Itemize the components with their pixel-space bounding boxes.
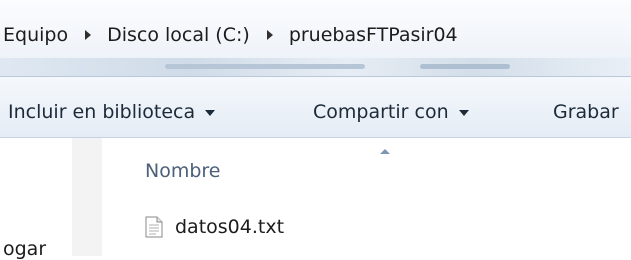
window-glass-strip (0, 58, 631, 77)
breadcrumb-equipo[interactable]: Equipo (0, 22, 71, 48)
nav-scrollbar[interactable] (72, 138, 163, 256)
address-bar[interactable]: Equipo Disco local (C:) pruebasFTPasir04 (0, 0, 631, 59)
command-bar: Incluir en biblioteca Compartir con Grab… (0, 77, 631, 138)
sort-ascending-icon (380, 149, 390, 154)
include-in-library-button[interactable]: Incluir en biblioteca (8, 101, 216, 123)
glass-highlight (420, 64, 510, 69)
burn-button[interactable]: Grabar (553, 101, 619, 123)
include-in-library-label: Incluir en biblioteca (8, 101, 196, 123)
breadcrumb-local-disk[interactable]: Disco local (C:) (104, 22, 253, 48)
text-file-icon (145, 216, 163, 238)
file-list[interactable]: Nombre datos04.txt (103, 138, 631, 256)
breadcrumb: Equipo Disco local (C:) pruebasFTPasir04 (0, 22, 461, 48)
share-with-label: Compartir con (313, 101, 449, 123)
dropdown-arrow-icon (205, 110, 216, 116)
breadcrumb-chevron-icon[interactable] (266, 30, 273, 40)
breadcrumb-chevron-icon[interactable] (85, 30, 92, 40)
column-header-name[interactable]: Nombre (145, 160, 221, 182)
breadcrumb-current-folder[interactable]: pruebasFTPasir04 (286, 22, 461, 48)
burn-label: Grabar (553, 101, 619, 123)
list-item[interactable]: datos04.txt (145, 216, 284, 238)
glass-highlight (165, 64, 365, 69)
dropdown-arrow-icon (458, 110, 469, 116)
share-with-button[interactable]: Compartir con (313, 101, 469, 123)
nav-item-home[interactable]: ogar (3, 238, 46, 260)
file-name: datos04.txt (175, 216, 285, 238)
